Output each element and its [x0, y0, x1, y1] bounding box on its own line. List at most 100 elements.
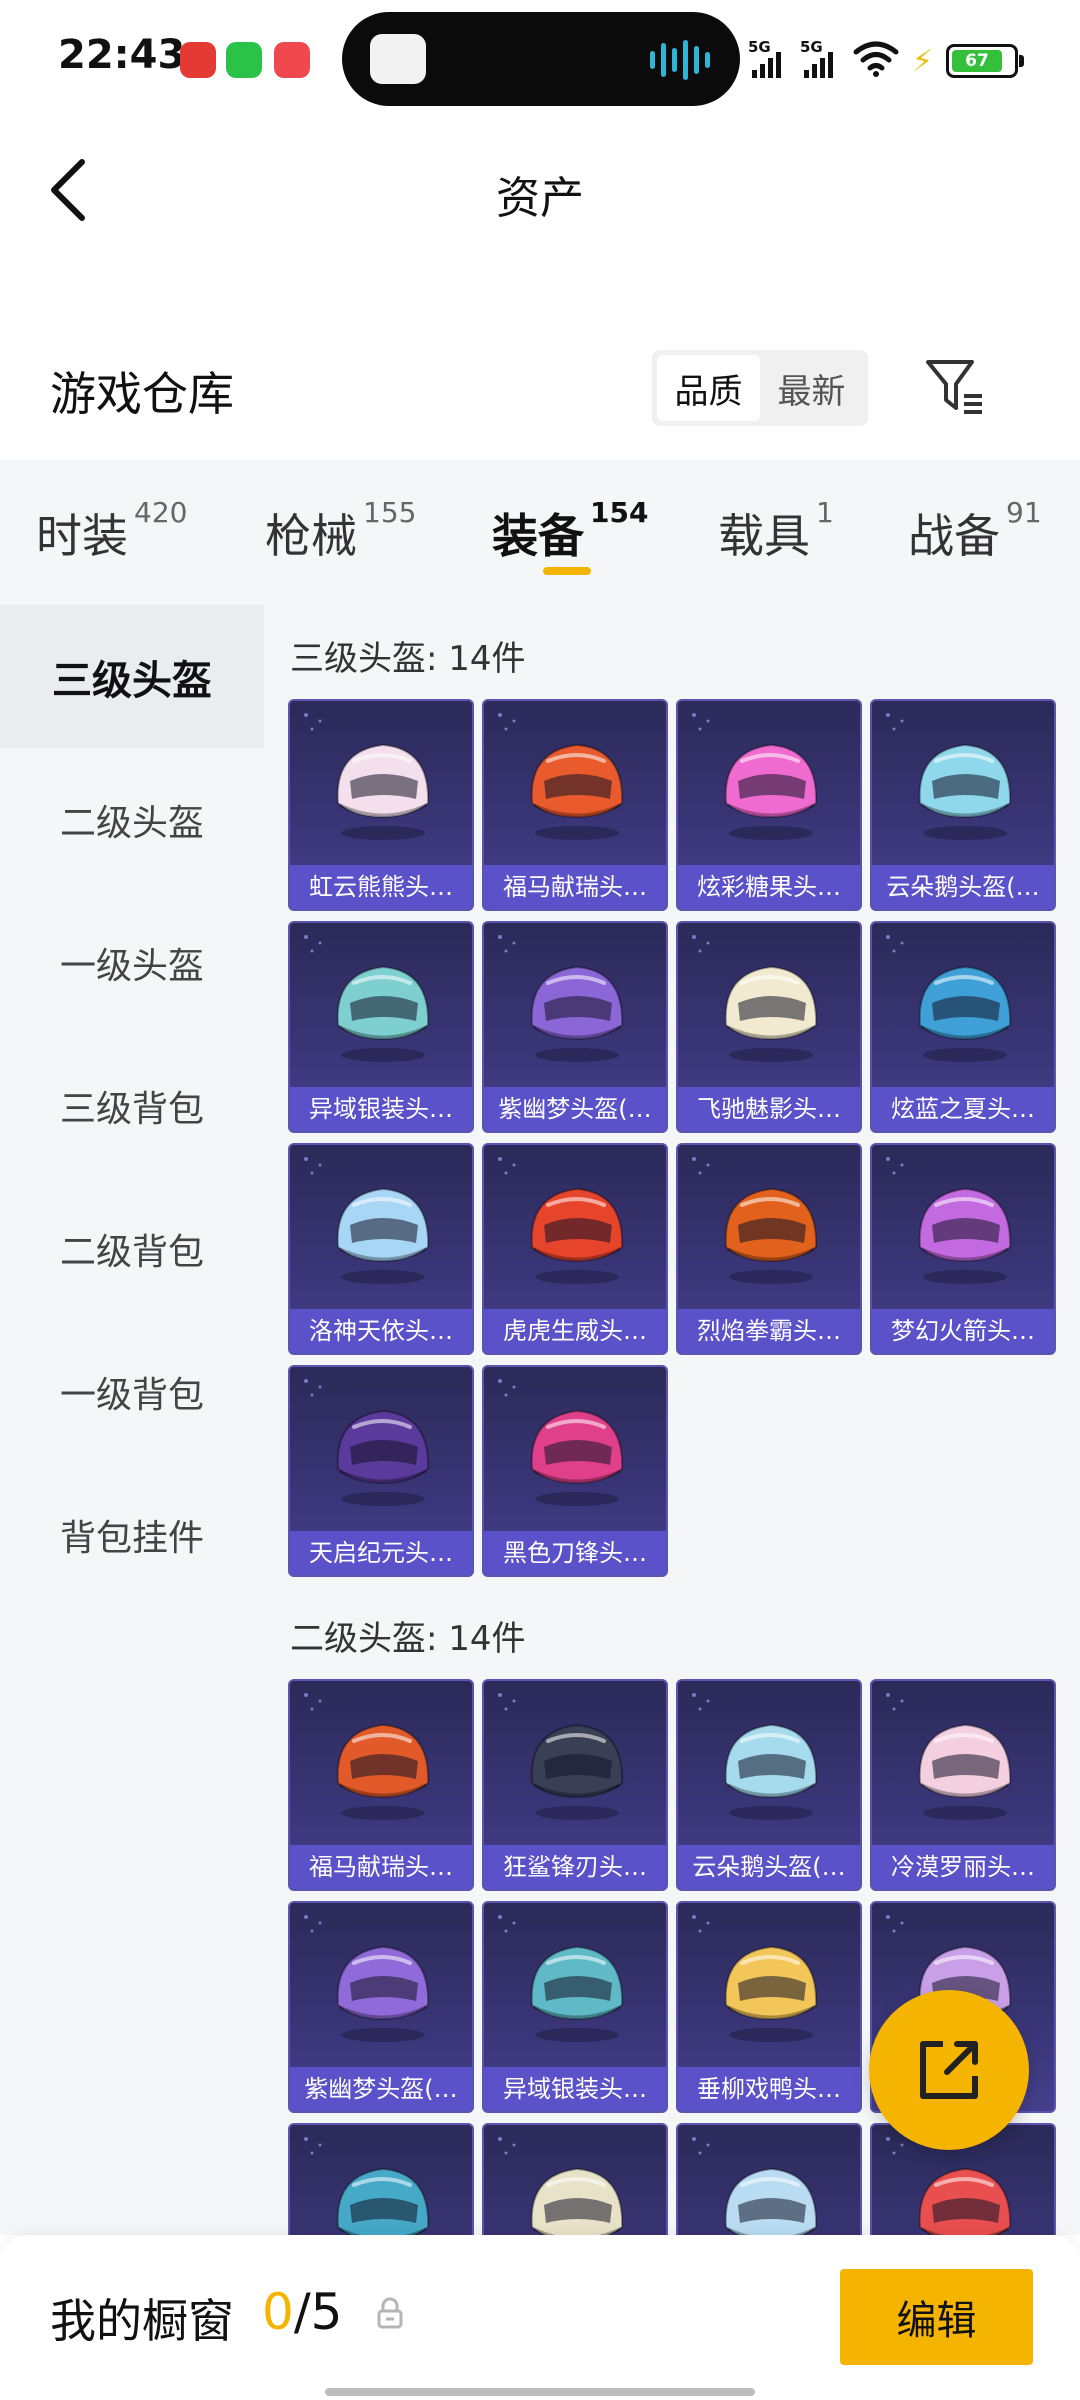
- filter-icon[interactable]: [920, 352, 990, 422]
- helmet-icon: [724, 965, 818, 1062]
- subnav-item-lv3-backpack[interactable]: 三级背包: [0, 1034, 264, 1177]
- tab-label: 装备: [492, 509, 584, 563]
- tab-gear[interactable]: 战备 91: [908, 496, 1042, 566]
- helmet-icon: [530, 2167, 624, 2235]
- item-card-label: 紫幽梦头盔(…: [290, 2067, 472, 2111]
- helmet-icon: [530, 1945, 624, 2042]
- battery-icon: 67: [946, 44, 1024, 78]
- item-card-label: 紫幽梦头盔(…: [484, 1087, 666, 1131]
- item-card-label: 炫蓝之夏头…: [872, 1087, 1054, 1131]
- item-card[interactable]: 冷漠罗丽头…: [870, 1679, 1056, 1891]
- item-card[interactable]: 紫幽梦头盔(…: [288, 1901, 474, 2113]
- subnav-item-lv2-helmet[interactable]: 二级头盔: [0, 748, 264, 891]
- tab-firearms[interactable]: 枪械 155: [265, 496, 416, 566]
- item-card[interactable]: 福马献瑞头…: [288, 1679, 474, 1891]
- item-card-label: 异域银装头…: [290, 1087, 472, 1131]
- helmet-icon: [336, 1409, 430, 1506]
- dynamic-island: [342, 12, 740, 106]
- item-card[interactable]: 狂鲨锋刃头…: [482, 1679, 668, 1891]
- subnav-item-lv3-helmet[interactable]: 三级头盔: [0, 605, 264, 748]
- item-card[interactable]: 飞驰魅影头…: [676, 921, 862, 1133]
- item-card[interactable]: [288, 2123, 474, 2235]
- bottom-bar: 我的橱窗 0/5 编辑: [0, 2235, 1080, 2400]
- item-card-label: 异域银装头…: [484, 2067, 666, 2111]
- tab-count: 420: [134, 496, 188, 529]
- tab-vehicles[interactable]: 载具 1: [718, 496, 834, 566]
- helmet-icon: [724, 1723, 818, 1820]
- status-time: 22:43: [58, 32, 186, 78]
- wifi-icon: [853, 41, 899, 77]
- item-card[interactable]: 垂柳戏鸭头…: [676, 1901, 862, 2113]
- helmet-icon: [336, 1187, 430, 1284]
- warehouse-title: 游戏仓库: [50, 367, 234, 421]
- item-card[interactable]: 梦幻火箭头…: [870, 1143, 1056, 1355]
- item-card[interactable]: 异域银装头…: [482, 1901, 668, 2113]
- item-card[interactable]: 炫彩糖果头…: [676, 699, 862, 911]
- item-card-label: 烈焰拳霸头…: [678, 1309, 860, 1353]
- netease-music-icon: [180, 42, 216, 78]
- item-card-label: 炫彩糖果头…: [678, 865, 860, 909]
- item-card[interactable]: 云朵鹅头盔(…: [870, 699, 1056, 911]
- helmet-icon: [918, 2167, 1012, 2235]
- subcategory-nav: 三级头盔 二级头盔 一级头盔 三级背包 二级背包 一级背包 背包挂件: [0, 605, 264, 2235]
- edit-button[interactable]: 编辑: [840, 2269, 1033, 2365]
- item-card[interactable]: 紫幽梦头盔(…: [482, 921, 668, 1133]
- helmet-icon: [530, 743, 624, 840]
- helmet-icon: [918, 1187, 1012, 1284]
- home-indicator: [325, 2388, 755, 2396]
- item-card[interactable]: 炫蓝之夏头…: [870, 921, 1056, 1133]
- item-card[interactable]: [482, 2123, 668, 2235]
- item-card-label: 洛神天依头…: [290, 1309, 472, 1353]
- subnav-item-lv1-helmet[interactable]: 一级头盔: [0, 891, 264, 1034]
- category-tabs: 时装 420 枪械 155 装备 154 载具 1 战备 91: [0, 460, 1080, 605]
- sort-toggle: 品质 最新: [652, 350, 868, 426]
- item-card-label: 福马献瑞头…: [484, 865, 666, 909]
- helmet-icon: [724, 1945, 818, 2042]
- active-tab-indicator: [543, 567, 591, 575]
- subnav-item-lv2-backpack[interactable]: 二级背包: [0, 1177, 264, 1320]
- tab-count: 155: [363, 496, 417, 529]
- page-title: 资产: [496, 173, 584, 224]
- item-card-label: 梦幻火箭头…: [872, 1309, 1054, 1353]
- item-card[interactable]: 虎虎生威头…: [482, 1143, 668, 1355]
- helmet-icon: [918, 965, 1012, 1062]
- helmet-icon: [724, 2167, 818, 2235]
- subnav-item-lv1-backpack[interactable]: 一级背包: [0, 1320, 264, 1463]
- helmet-icon: [918, 743, 1012, 840]
- audio-wave-icon: [650, 38, 710, 82]
- item-card-label: 飞驰魅影头…: [678, 1087, 860, 1131]
- charging-icon: ⚡: [912, 44, 934, 79]
- item-card[interactable]: 天启纪元头…: [288, 1365, 474, 1577]
- helmet-icon: [530, 1409, 624, 1506]
- helmet-icon: [336, 1945, 430, 2042]
- helmet-icon: [336, 965, 430, 1062]
- showcase-count: 0/5: [262, 2283, 342, 2341]
- sort-option-quality[interactable]: 品质: [657, 355, 760, 421]
- tab-label: 枪械: [265, 509, 357, 563]
- item-card[interactable]: 异域银装头…: [288, 921, 474, 1133]
- item-card-label: 云朵鹅头盔(…: [678, 1845, 860, 1889]
- item-card[interactable]: 洛神天依头…: [288, 1143, 474, 1355]
- tab-fashion[interactable]: 时装 420: [36, 496, 187, 566]
- item-card[interactable]: 虹云熊熊头…: [288, 699, 474, 911]
- item-card-label: 云朵鹅头盔(…: [872, 865, 1054, 909]
- tab-equipment[interactable]: 装备 154: [492, 496, 648, 566]
- battery-level: 67: [952, 50, 1002, 72]
- item-card-label: 福马献瑞头…: [290, 1845, 472, 1889]
- helmet-icon: [724, 1187, 818, 1284]
- item-card[interactable]: [676, 2123, 862, 2235]
- item-card[interactable]: 云朵鹅头盔(…: [676, 1679, 862, 1891]
- item-card[interactable]: 福马献瑞头…: [482, 699, 668, 911]
- item-card-label: 虎虎生威头…: [484, 1309, 666, 1353]
- lock-icon: [377, 2297, 403, 2329]
- item-card-label: 天启纪元头…: [290, 1531, 472, 1575]
- signal-icon: [752, 52, 781, 78]
- sort-option-latest[interactable]: 最新: [760, 355, 863, 421]
- item-card[interactable]: 黑色刀锋头…: [482, 1365, 668, 1577]
- helmet-icon: [918, 1723, 1012, 1820]
- item-card[interactable]: 烈焰拳霸头…: [676, 1143, 862, 1355]
- share-button[interactable]: [869, 1990, 1029, 2150]
- tab-count: 91: [1006, 496, 1042, 529]
- subnav-item-backpack-charm[interactable]: 背包挂件: [0, 1463, 264, 1606]
- status-bar: 22:43 5G 5G ⚡ 67: [0, 0, 1080, 120]
